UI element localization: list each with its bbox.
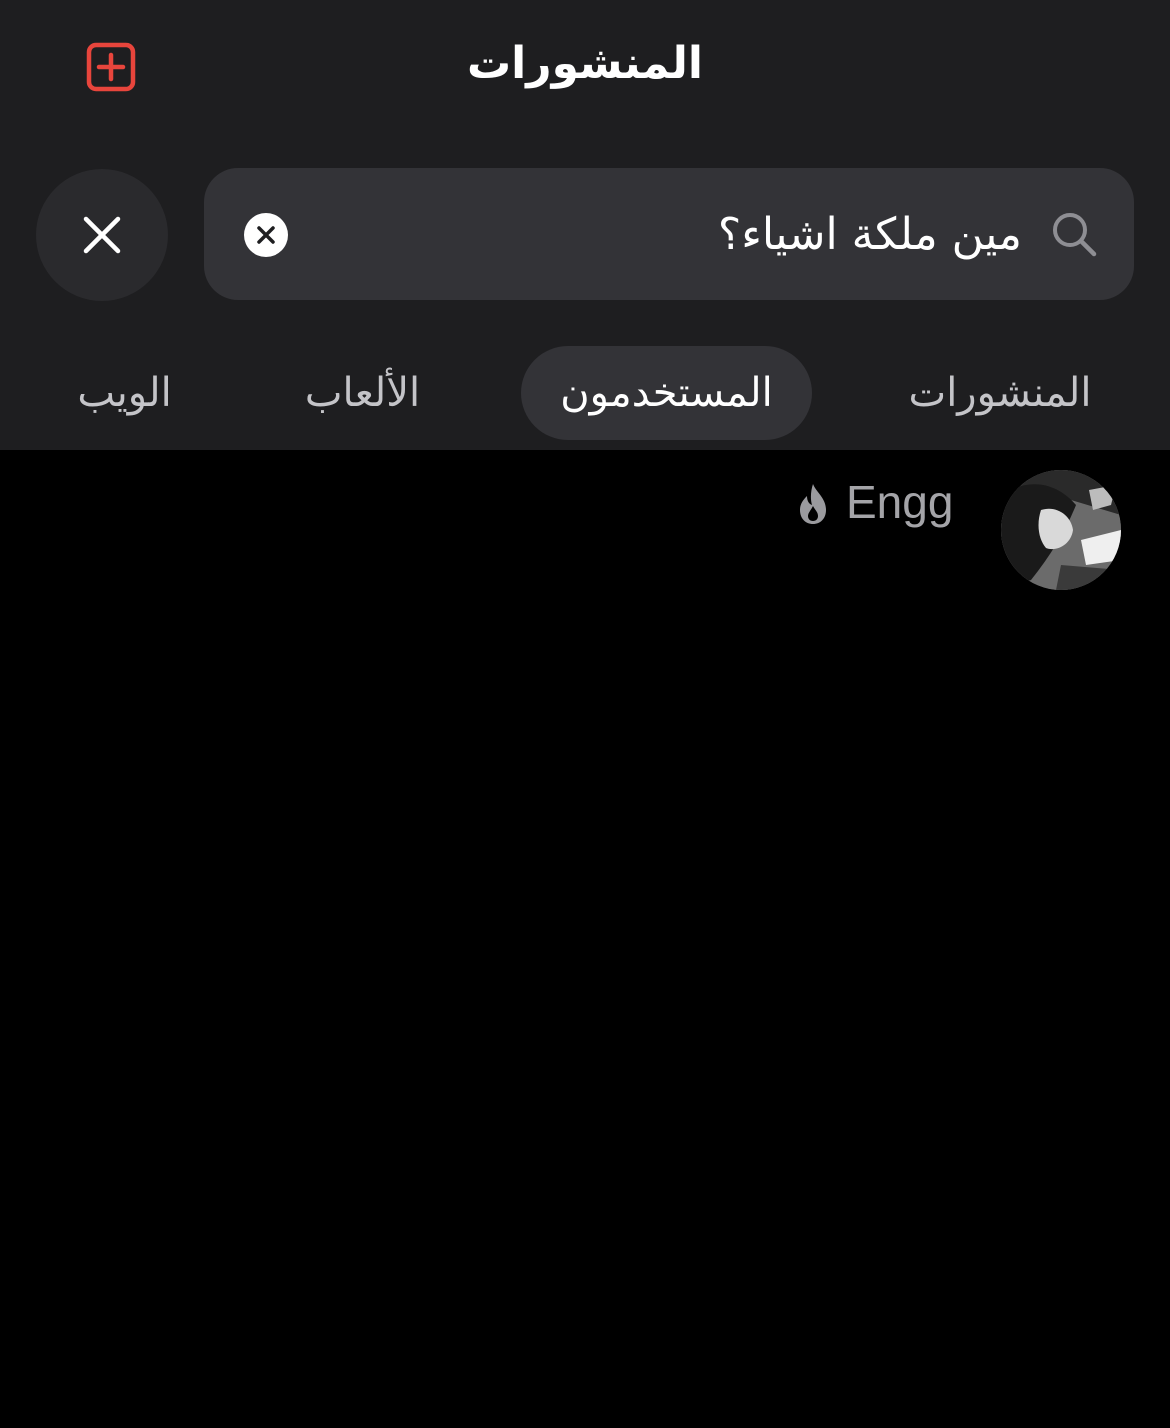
clear-x-icon xyxy=(257,226,275,244)
new-post-button[interactable] xyxy=(78,34,144,100)
clear-search-button[interactable] xyxy=(244,213,288,257)
avatar-image xyxy=(1001,470,1121,590)
search-bar xyxy=(204,168,1134,300)
close-search-button[interactable] xyxy=(36,169,168,301)
user-result-row[interactable]: Engg xyxy=(0,460,1170,600)
tab-games[interactable]: الألعاب xyxy=(270,346,455,440)
search-input[interactable] xyxy=(342,194,1022,274)
tab-posts[interactable]: المنشورات xyxy=(880,346,1120,440)
top-header: المنشورات المنشورات المستخدمون الألعاب ا… xyxy=(0,0,1170,450)
search-icon xyxy=(1053,213,1097,257)
flame-icon xyxy=(800,484,826,524)
plus-square-icon xyxy=(86,42,136,92)
close-icon xyxy=(83,216,121,254)
avatar xyxy=(1001,470,1121,590)
tab-users[interactable]: المستخدمون xyxy=(521,346,812,440)
tab-web[interactable]: الويب xyxy=(42,346,207,440)
page-title: المنشورات xyxy=(466,38,704,89)
username: Engg xyxy=(846,476,954,528)
